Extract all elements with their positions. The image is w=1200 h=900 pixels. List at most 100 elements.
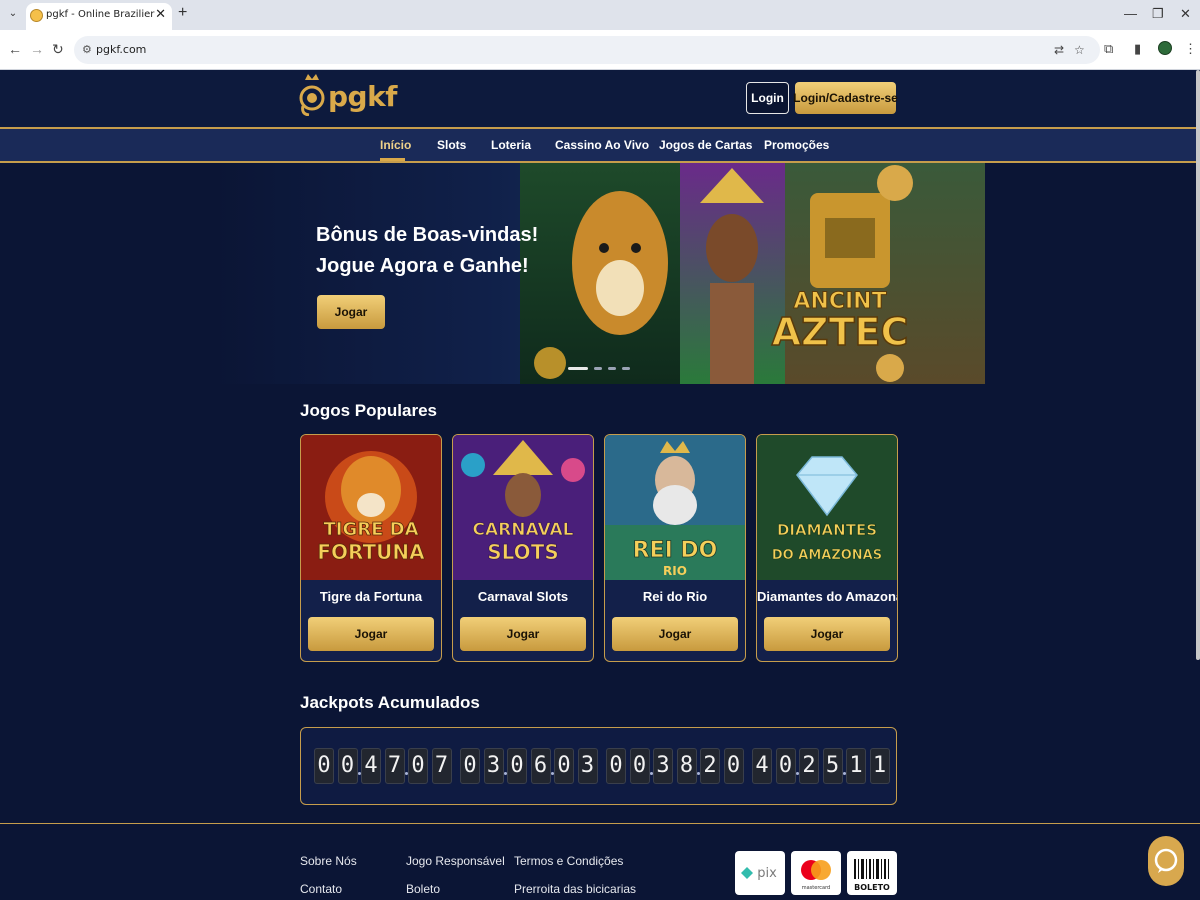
address-bar-row: ← → ↻ ⚙ pgkf.com ⇄ ☆ ⧉ ▮ ⋮ — [0, 30, 1200, 70]
game-play-button[interactable]: Jogar — [460, 617, 586, 651]
pix-label: pix — [757, 866, 777, 881]
jackpot-digit: 2 — [700, 748, 720, 784]
minimize-icon[interactable]: — — [1124, 6, 1137, 21]
extensions-icon[interactable]: ⧉ — [1104, 41, 1113, 57]
jackpot-digit: 8 — [676, 748, 697, 784]
hero-title-line1: Bônus de Boas-vindas! — [316, 224, 539, 246]
site-info-icon[interactable]: ⚙ — [82, 43, 92, 56]
footer-link-contato[interactable]: Contato — [300, 882, 342, 896]
jackpot-digit: 0 — [507, 748, 527, 784]
jackpot-digit: 3 — [653, 748, 673, 784]
nav-item-cassino-ao-vivo[interactable]: Cassino Ao Vivo — [555, 138, 649, 152]
jackpot-digit: 0 — [775, 748, 796, 784]
game-art-title-line1: DIAMANTES — [777, 521, 877, 539]
game-card-tigre-da-fortuna[interactable]: TIGRE DA FORTUNA Tigre da Fortuna Jogar — [300, 434, 442, 662]
nav-item-slots[interactable]: Slots — [437, 138, 466, 152]
footer-divider — [0, 823, 1200, 824]
tab-search-icon[interactable]: ⌄ — [4, 5, 22, 23]
game-art-rei-do-rio[interactable]: REI DO RIO — [605, 435, 745, 580]
nav-item-promocoes[interactable]: Promoções — [764, 138, 829, 152]
game-card-rei-do-rio[interactable]: REI DO RIO Rei do Rio Jogar — [604, 434, 746, 662]
reload-icon[interactable]: ↻ — [52, 41, 64, 58]
nav-item-inicio[interactable]: Início — [380, 138, 411, 152]
footer-link-jogo-responsavel[interactable]: Jogo Responsável — [406, 854, 505, 868]
jackpot-digit: 3 — [577, 748, 598, 784]
game-play-button[interactable]: Jogar — [612, 617, 738, 651]
game-art-title-line2: SLOTS — [487, 540, 558, 564]
game-art-title-line1: TIGRE DA — [323, 519, 418, 540]
chat-support-button[interactable] — [1148, 836, 1184, 886]
new-tab-icon[interactable]: + — [178, 4, 187, 22]
browser-menu-icon[interactable]: ⋮ — [1184, 41, 1197, 57]
footer-link-boleto[interactable]: Boleto — [406, 882, 440, 896]
game-play-button[interactable]: Jogar — [308, 617, 434, 651]
side-panel-icon[interactable]: ▮ — [1134, 41, 1141, 57]
tab-close-icon[interactable]: ✕ — [155, 6, 166, 22]
register-button[interactable]: Login/Cadastre-se — [793, 82, 898, 114]
pix-logo: pix — [735, 851, 785, 895]
footer-link-prerroita[interactable]: Prerroita das bicicarias — [514, 882, 636, 896]
game-art-diamantes[interactable]: DIAMANTES DO AMAZONAS — [757, 435, 897, 580]
jackpot-digit: 7 — [384, 748, 405, 784]
jackpot-digit: 3 — [483, 748, 504, 784]
forward-icon[interactable]: → — [30, 41, 44, 57]
nav-item-loteria[interactable]: Loteria — [491, 138, 531, 152]
logo-text[interactable]: pgkf — [328, 80, 397, 113]
chat-bubble-icon — [1154, 848, 1178, 873]
mastercard-logo: mastercard — [791, 851, 841, 895]
jackpot-digit: 4 — [361, 748, 381, 784]
bookmark-star-icon[interactable]: ☆ — [1074, 43, 1085, 57]
tab-title: pgkf - Online Brazilier — [46, 9, 155, 20]
mastercard-label: mastercard — [802, 885, 830, 891]
game-art-title-line2: RIO — [663, 564, 687, 578]
game-play-button[interactable]: Jogar — [764, 617, 890, 651]
hero-title-line2: Jogue Agora e Ganhe! — [316, 255, 529, 277]
back-icon[interactable]: ← — [8, 41, 22, 57]
boleto-label: BOLETO — [854, 883, 890, 892]
mastercard-icon: mastercard — [801, 860, 831, 891]
jackpot-digit: 0 — [723, 748, 744, 784]
game-card-diamantes-do-amazonas[interactable]: DIAMANTES DO AMAZONAS Diamantes do Amazo… — [756, 434, 898, 662]
jackpot-digit: 2 — [799, 748, 819, 784]
jackpot-digit: 0 — [408, 748, 428, 784]
page-scrollbar[interactable] — [1196, 70, 1200, 660]
game-name: Diamantes do Amazonas — [757, 589, 898, 604]
carousel-dot[interactable] — [622, 367, 630, 370]
jackpot-digit: 1 — [846, 748, 866, 784]
browser-tab[interactable]: pgkf - Online Brazilier ✕ — [26, 3, 172, 30]
carousel-dot[interactable] — [594, 367, 602, 370]
login-button[interactable]: Login — [746, 82, 789, 114]
hero-art-line2: AZTEC — [772, 310, 909, 354]
pix-icon: pix — [741, 866, 777, 881]
game-art-tiger[interactable]: TIGRE DA FORTUNA — [301, 435, 441, 580]
window-close-icon[interactable]: ✕ — [1180, 6, 1191, 22]
carousel-dot[interactable] — [608, 367, 616, 370]
carousel-dot[interactable] — [568, 367, 588, 370]
url-text[interactable]: pgkf.com — [96, 43, 146, 56]
game-art-carnaval[interactable]: CARNAVAL SLOTS — [453, 435, 593, 580]
jackpot-digit: 0 — [554, 748, 574, 784]
game-card-carnaval-slots[interactable]: CARNAVAL SLOTS Carnaval Slots Jogar — [452, 434, 594, 662]
jackpot-digit: 4 — [752, 748, 772, 784]
game-name: Tigre da Fortuna — [319, 589, 423, 604]
crown-logo-icon[interactable] — [299, 72, 325, 116]
restore-icon[interactable]: ❐ — [1152, 6, 1164, 22]
jackpot-digit: 0 — [314, 748, 334, 784]
popular-games-title: Jogos Populares — [300, 401, 437, 420]
url-bar[interactable]: ⚙ pgkf.com ⇄ ☆ — [74, 36, 1100, 64]
favicon-icon — [30, 9, 43, 22]
jackpot-digit: 1 — [869, 748, 890, 784]
profile-avatar[interactable] — [1158, 41, 1172, 55]
game-art-title-line1: REI DO — [633, 538, 718, 563]
game-name: Rei do Rio — [642, 589, 708, 604]
translate-icon[interactable]: ⇄ — [1054, 43, 1064, 57]
jackpot-digit: 0 — [460, 748, 480, 784]
game-art-title-line2: FORTUNA — [317, 540, 425, 564]
nav-item-jogos-de-cartas[interactable]: Jogos de Cartas — [659, 138, 752, 152]
barcode-icon: BOLETO — [854, 859, 890, 892]
hero-play-button[interactable]: Jogar — [317, 295, 385, 329]
footer-link-sobre-nos[interactable]: Sobre Nós — [300, 854, 357, 868]
footer-link-termos[interactable]: Termos e Condições — [514, 854, 623, 868]
browser-tab-bar: ⌄ pgkf - Online Brazilier ✕ + — ❐ ✕ — [0, 0, 1200, 30]
jackpot-digit: 0 — [606, 748, 626, 784]
